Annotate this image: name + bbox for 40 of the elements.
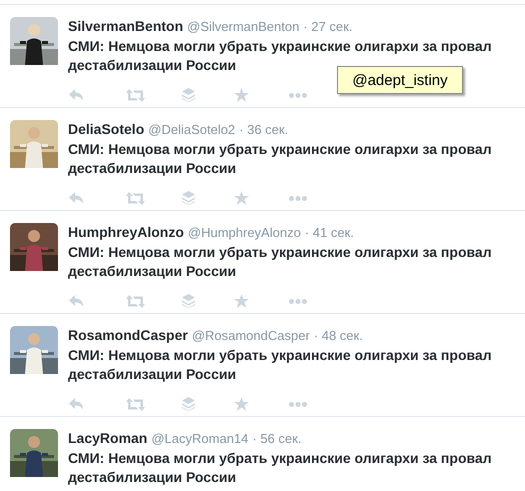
reply-icon[interactable]	[69, 88, 85, 102]
more-icon[interactable]	[289, 402, 307, 406]
more-icon[interactable]	[289, 196, 307, 200]
reply-icon[interactable]	[69, 398, 85, 410]
tooltip: @adept_istiny	[337, 66, 463, 94]
reply-icon[interactable]	[69, 294, 85, 308]
star-icon[interactable]	[234, 88, 249, 102]
user-name[interactable]: RosamondCasper	[68, 326, 188, 344]
more-icon[interactable]	[289, 92, 307, 98]
retweet-icon[interactable]	[126, 192, 145, 204]
user-handle[interactable]: @DeliaSotelo2	[148, 121, 236, 139]
tweet-text: СМИ: Немцова могли убрать украинские олигархи за провал дестабилизации России	[68, 346, 493, 384]
user-handle[interactable]: @RosamondCasper	[192, 327, 310, 345]
user-handle[interactable]: @SilvermanBenton	[187, 18, 300, 36]
star-icon[interactable]	[234, 191, 249, 205]
user-handle[interactable]: @LacyRoman14	[151, 430, 248, 448]
user-name[interactable]: LacyRoman	[68, 429, 148, 447]
more-icon[interactable]	[289, 298, 307, 304]
timestamp[interactable]: · 36 сек.	[239, 121, 288, 139]
timestamp[interactable]: · 48 сек.	[314, 327, 363, 345]
star-icon[interactable]	[234, 294, 249, 308]
timestamp[interactable]: · 56 сек.	[252, 430, 302, 448]
timestamp[interactable]: · 27 сек.	[303, 18, 352, 36]
tweet-text: СМИ: Немцова могли убрать украинские олигархи за провал дестабилизации России	[68, 449, 493, 487]
layers-icon[interactable]	[182, 397, 195, 411]
tweet-text: СМИ: Немцова могли убрать украинские олигархи за провал дестабилизации России	[68, 140, 493, 178]
user-name[interactable]: DeliaSotelo	[68, 120, 144, 138]
retweet-icon[interactable]	[126, 294, 145, 308]
tweet-text: СМИ: Немцова могли убрать украинские олигархи за провал дестабилизации России	[68, 243, 493, 281]
user-name[interactable]: HumphreyAlonzo	[68, 223, 184, 241]
layers-icon[interactable]	[182, 191, 195, 205]
layers-icon[interactable]	[182, 294, 195, 308]
retweet-icon[interactable]	[126, 88, 145, 102]
user-handle[interactable]: @HumphreyAlonzo	[188, 224, 301, 242]
reply-icon[interactable]	[69, 192, 85, 204]
star-icon[interactable]	[234, 397, 249, 411]
timestamp[interactable]: · 41 сек.	[304, 224, 354, 242]
user-name[interactable]: SilvermanBenton	[68, 17, 184, 35]
retweet-icon[interactable]	[126, 398, 145, 410]
layers-icon[interactable]	[182, 88, 195, 102]
